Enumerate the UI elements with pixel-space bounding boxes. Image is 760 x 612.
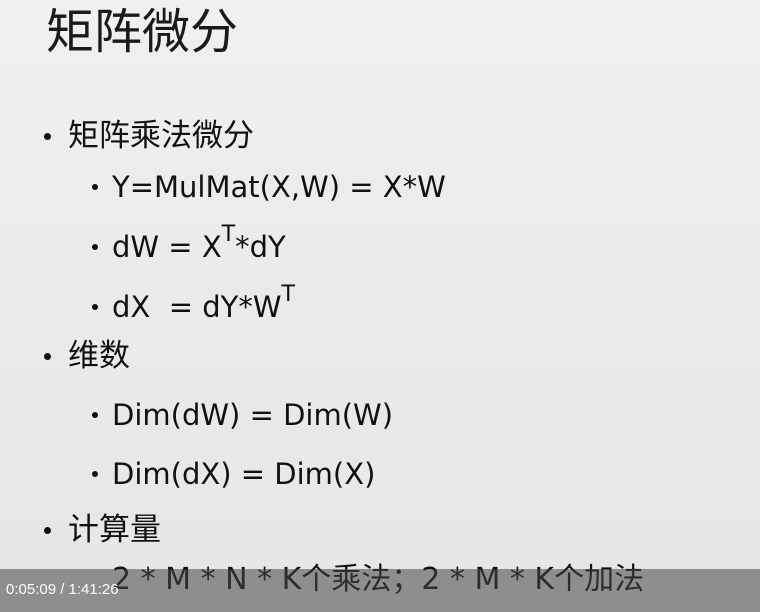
dim-dx: Dim(dX) = Dim(X) bbox=[92, 455, 375, 493]
bullet-dimensions: 维数 bbox=[44, 336, 130, 376]
bullet-label: 矩阵乘法微分 bbox=[68, 118, 254, 154]
formula-forward: Y=MulMat(X,W) = X*W bbox=[92, 168, 446, 206]
formula-pre: dW = X bbox=[112, 230, 222, 264]
formula-dw: dW = X T *dY bbox=[92, 222, 286, 266]
bullet-dot bbox=[92, 412, 98, 418]
bullet-dot bbox=[44, 132, 51, 140]
dim-dw: Dim(dW) = Dim(W) bbox=[92, 396, 393, 434]
bullet-matrix-multiplication-differential: 矩阵乘法微分 bbox=[44, 116, 254, 156]
bullet-label: 计算量 bbox=[68, 512, 161, 548]
bullet-dot bbox=[92, 304, 98, 310]
dim-text: Dim(dW) = Dim(W) bbox=[112, 398, 394, 432]
bullet-dot bbox=[92, 184, 98, 190]
formula-text: Y=MulMat(X,W) = X*W bbox=[112, 170, 446, 204]
formula-dx: dX = dY*W T bbox=[92, 282, 295, 326]
bullet-dot bbox=[92, 471, 98, 477]
slide: 矩阵微分 矩阵乘法微分 Y=MulMat(X,W) = X*W dW = X T *… bbox=[0, 0, 760, 612]
dim-text: Dim(dX) = Dim(X) bbox=[112, 457, 376, 491]
bullet-computation: 计算量 bbox=[44, 510, 161, 550]
slide-title: 矩阵微分 bbox=[46, 4, 239, 60]
bullet-label: 维数 bbox=[68, 338, 130, 374]
bullet-dot bbox=[92, 244, 98, 250]
playback-time: 0:05:09 / 1:41:26 bbox=[6, 581, 119, 598]
transpose-superscript: T bbox=[221, 222, 236, 247]
formula-pre: dX = dY*W bbox=[112, 290, 282, 324]
transpose-superscript: T bbox=[281, 282, 295, 307]
bullet-dot bbox=[44, 352, 51, 360]
formula-post: *dY bbox=[235, 230, 286, 264]
bullet-dot bbox=[44, 526, 51, 534]
